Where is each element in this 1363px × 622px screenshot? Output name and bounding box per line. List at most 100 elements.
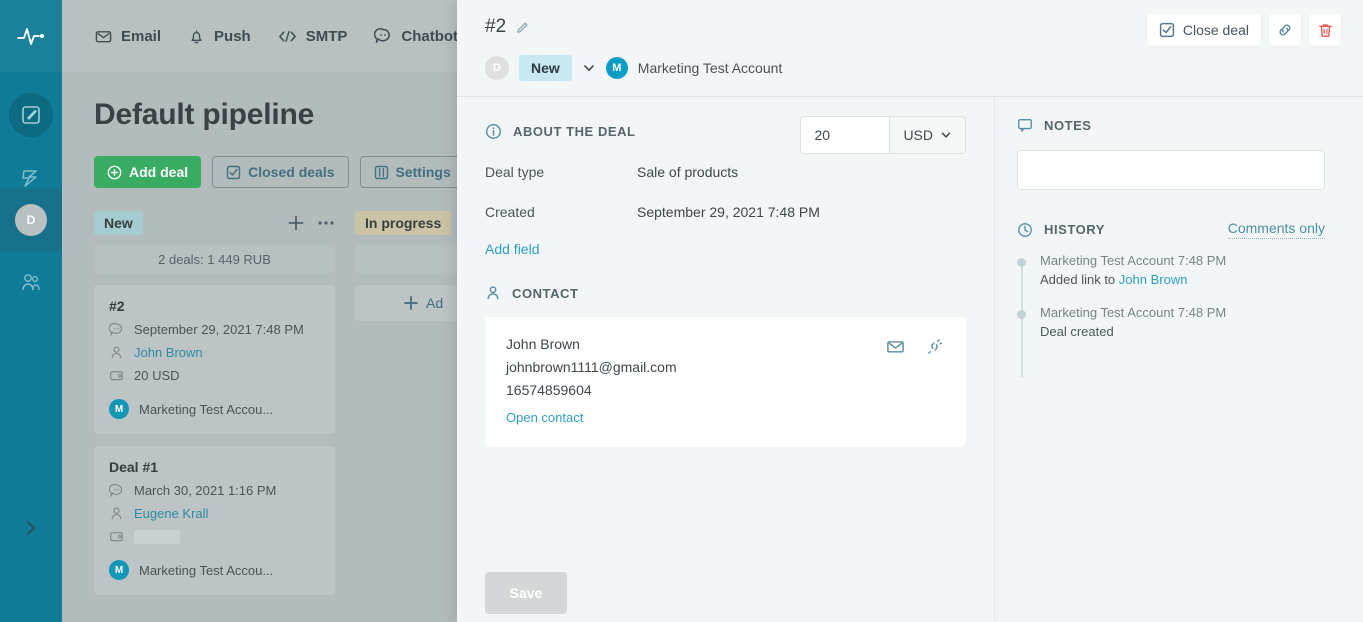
sidebar-item-editor[interactable] xyxy=(0,84,62,146)
amount-group: USD xyxy=(800,116,966,154)
column-actions xyxy=(287,214,335,232)
sidebar-item-contacts[interactable] xyxy=(0,252,62,314)
notes-input[interactable] xyxy=(1017,150,1325,190)
code-icon xyxy=(278,29,297,44)
nav-item-smtp[interactable]: SMTP xyxy=(278,28,348,45)
history-item-prefix: Added link to xyxy=(1040,272,1119,287)
column-title[interactable]: In progress xyxy=(355,211,451,235)
checkbox-icon xyxy=(1159,22,1175,38)
modal-side-column: NOTES HISTORY Comments only xyxy=(995,97,1363,622)
add-deal-button[interactable]: Add deal xyxy=(94,156,201,188)
modal-body: ABOUT THE DEAL Deal type Sale of product… xyxy=(457,97,1363,622)
history-dot-icon xyxy=(1017,258,1026,267)
nav-item-label: Push xyxy=(214,28,251,45)
nav-item-label: SMTP xyxy=(306,28,348,45)
stage-chip[interactable]: New xyxy=(519,55,572,81)
info-icon xyxy=(485,123,502,140)
wallet-icon xyxy=(109,529,124,544)
pencil-icon[interactable] xyxy=(515,20,530,35)
field-value[interactable]: Sale of products xyxy=(637,164,738,180)
contact-heading-label: CONTACT xyxy=(512,286,578,301)
avatar: M xyxy=(109,560,129,580)
deal-card[interactable]: Deal #1 March 30, 2021 1:16 PM xyxy=(94,446,335,595)
contact-card: John Brown johnbrown1111@gmail.com 16574… xyxy=(485,317,966,447)
deal-card-amount-redacted xyxy=(134,530,180,544)
sidebar-item-account[interactable]: D xyxy=(0,188,62,252)
deal-card-title: Deal #1 xyxy=(109,459,320,475)
notes-heading-label: NOTES xyxy=(1044,118,1092,133)
history-item-link[interactable]: John Brown xyxy=(1119,272,1188,287)
bolt-icon xyxy=(20,165,42,189)
pipeline-column-new: New xyxy=(94,210,335,595)
link-icon xyxy=(1276,21,1294,39)
history-item-prefix: Deal created xyxy=(1040,324,1114,339)
field-label: Deal type xyxy=(485,164,637,180)
clock-icon xyxy=(1017,222,1033,238)
nav-item-chatbots[interactable]: Chatbots xyxy=(374,27,466,45)
deal-card-amount: 20 USD xyxy=(109,368,320,383)
deal-card-contact[interactable]: John Brown xyxy=(109,345,320,360)
add-deal-placeholder-label: Ad xyxy=(426,295,443,311)
sliders-icon xyxy=(374,165,389,180)
add-deal-to-column-icon[interactable] xyxy=(287,214,305,232)
field-row-deal-type: Deal type Sale of products xyxy=(485,164,994,180)
column-title[interactable]: New xyxy=(94,211,143,235)
avatar: D xyxy=(15,204,47,236)
copy-link-button[interactable] xyxy=(1269,14,1301,46)
amount-input[interactable] xyxy=(801,117,889,153)
settings-label: Settings xyxy=(396,164,451,180)
column-menu-icon[interactable] xyxy=(317,220,335,226)
pulse-logo-icon[interactable] xyxy=(0,0,62,72)
chevron-down-icon[interactable] xyxy=(582,61,596,75)
close-deal-button[interactable]: Close deal xyxy=(1147,14,1261,46)
closed-deals-button[interactable]: Closed deals xyxy=(212,156,348,188)
history-item-meta: Marketing Test Account 7:48 PM xyxy=(1040,253,1341,268)
history-header-row: HISTORY Comments only xyxy=(1017,220,1325,239)
plus-icon xyxy=(403,295,419,311)
compose-icon xyxy=(9,93,53,137)
field-row-created: Created September 29, 2021 7:48 PM xyxy=(485,204,994,220)
deal-card[interactable]: #2 September 29, 2021 7:48 PM xyxy=(94,285,335,434)
nav-item-label: Email xyxy=(121,28,161,45)
contact-section: CONTACT John Brown johnbrown1111@gmail.c… xyxy=(457,257,994,447)
open-contact-link[interactable]: Open contact xyxy=(506,410,945,425)
closed-deals-label: Closed deals xyxy=(248,164,334,180)
person-icon xyxy=(485,285,501,301)
account-name: Marketing Test Account xyxy=(638,60,782,76)
chevron-down-icon xyxy=(940,129,952,141)
delete-deal-button[interactable] xyxy=(1309,14,1341,46)
deal-card-contact[interactable]: Eugene Krall xyxy=(109,506,320,521)
modal-header: #2 D New M Marketing Test Account xyxy=(457,0,1363,97)
save-button[interactable]: Save xyxy=(485,572,567,614)
contact-card-actions xyxy=(886,337,944,356)
nav-item-email[interactable]: Email xyxy=(95,28,161,45)
deal-card-owner: M Marketing Test Accou... xyxy=(109,399,320,419)
deal-detail-modal: #2 D New M Marketing Test Account xyxy=(457,0,1363,622)
chat-icon xyxy=(374,27,392,45)
deal-card-owner-text: Marketing Test Accou... xyxy=(139,402,273,417)
deal-card-amount xyxy=(109,529,320,544)
plus-circle-icon xyxy=(107,165,122,180)
section-heading: CONTACT xyxy=(485,285,966,301)
history-heading: HISTORY xyxy=(1017,222,1105,238)
settings-button[interactable]: Settings xyxy=(360,156,465,188)
currency-select[interactable]: USD xyxy=(889,117,965,153)
broken-link-icon[interactable] xyxy=(925,337,944,356)
contact-email: johnbrown1111@gmail.com xyxy=(506,359,945,375)
deal-card-amount-text: 20 USD xyxy=(134,368,180,383)
contact-name: John Brown xyxy=(506,336,945,352)
sidebar-expand-button[interactable] xyxy=(0,508,62,548)
trash-icon xyxy=(1317,22,1334,39)
nav-item-push[interactable]: Push xyxy=(188,28,251,45)
envelope-icon[interactable] xyxy=(886,337,905,356)
modal-actions: Close deal xyxy=(1147,14,1341,46)
deal-card-contact-text: Eugene Krall xyxy=(134,506,208,521)
deal-id: #2 xyxy=(485,16,506,38)
add-field-link[interactable]: Add field xyxy=(485,241,994,257)
note-icon xyxy=(1017,117,1033,133)
comments-only-toggle[interactable]: Comments only xyxy=(1228,220,1325,239)
deal-card-date: September 29, 2021 7:48 PM xyxy=(109,322,320,337)
add-deal-label: Add deal xyxy=(129,164,188,180)
currency-label: USD xyxy=(903,127,933,143)
field-label: Created xyxy=(485,204,637,220)
